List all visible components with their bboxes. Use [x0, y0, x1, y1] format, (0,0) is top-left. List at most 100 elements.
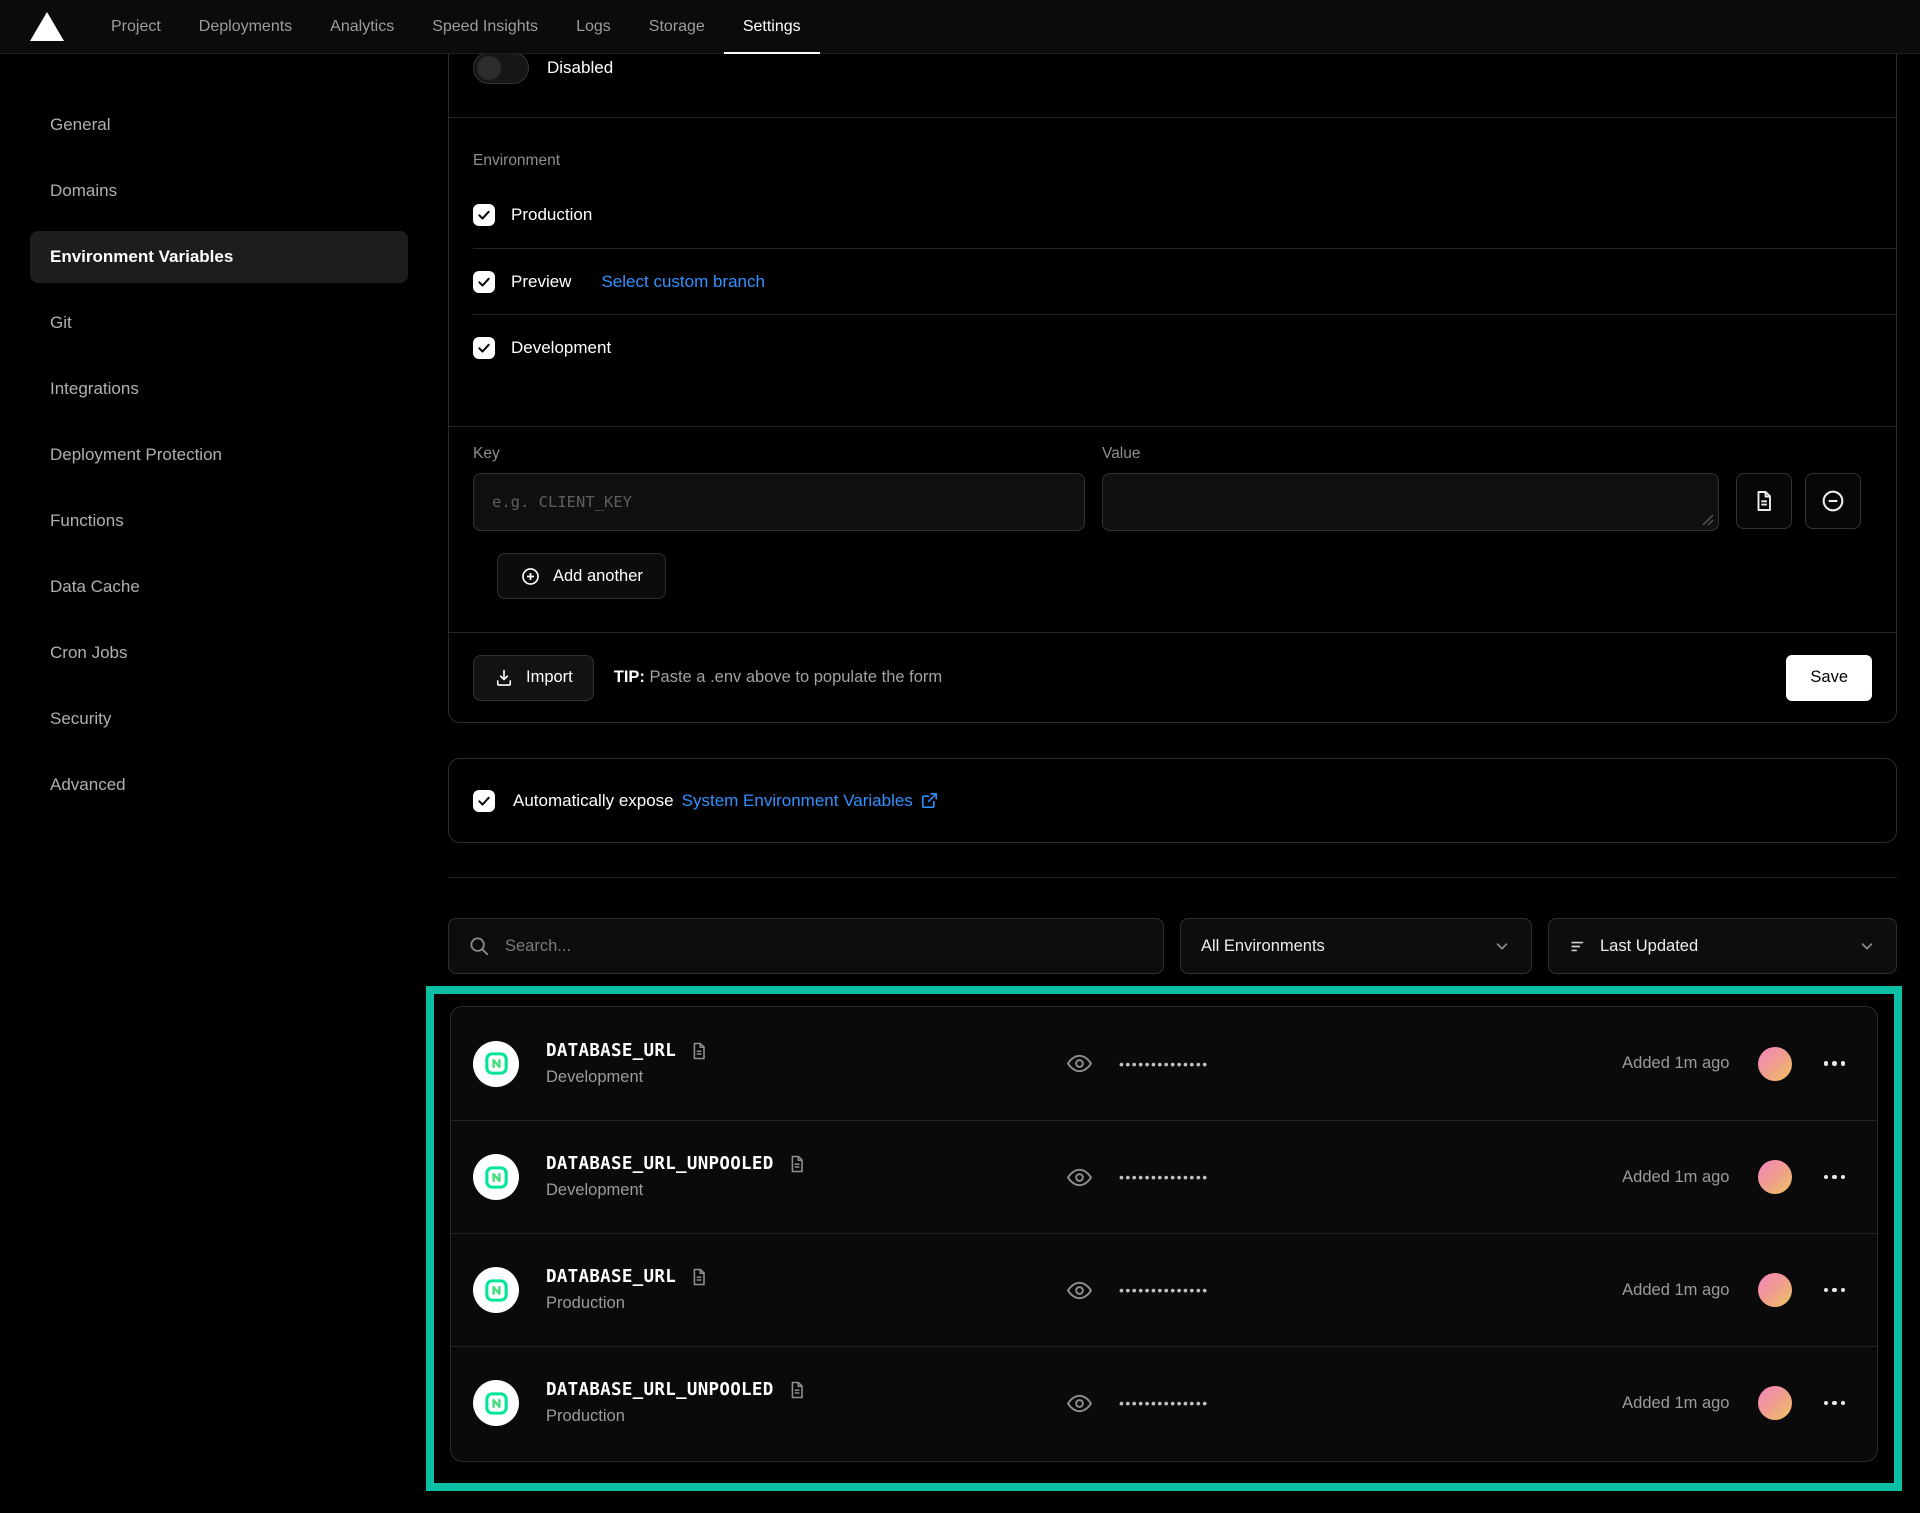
sidebar-item[interactable]: Data Cache	[30, 561, 408, 613]
sidebar-item[interactable]: Environment Variables	[30, 231, 408, 283]
variables-toolbar: All Environments Last Updated	[448, 918, 1897, 974]
added-timestamp: Added 1m ago	[1622, 1054, 1729, 1073]
reveal-value-button[interactable]	[1066, 1277, 1093, 1304]
environment-label: Production	[511, 205, 592, 225]
environment-checkbox[interactable]	[473, 271, 495, 293]
env-variable-row[interactable]: DATABASE_URL_UNPOOLED Production	[451, 1346, 1877, 1459]
value-input[interactable]	[1102, 473, 1719, 531]
sidebar-item[interactable]: Cron Jobs	[30, 627, 408, 679]
nav-tab[interactable]: Logs	[557, 0, 630, 54]
masked-value: ••••••••••••••	[1119, 1056, 1209, 1072]
external-link-icon	[920, 791, 939, 810]
system-env-link[interactable]: System Environment Variables	[682, 791, 939, 811]
reveal-value-button[interactable]	[1066, 1164, 1093, 1191]
system-env-card: Automatically exposeSystem Environment V…	[448, 758, 1897, 843]
sidebar-item[interactable]: Domains	[30, 165, 408, 217]
env-variable-row[interactable]: DATABASE_URL Development	[451, 1007, 1877, 1120]
nav-tab[interactable]: Analytics	[311, 0, 413, 54]
variable-environment: Production	[546, 1407, 807, 1426]
vercel-settings-page: Project Deployments Analytics Speed Insi…	[0, 0, 1920, 1513]
check-icon	[477, 208, 491, 222]
eye-icon	[1066, 1277, 1093, 1304]
search-input[interactable]	[448, 918, 1164, 974]
editor-footer: Import TIP: Paste a .env above to popula…	[449, 632, 1896, 722]
added-timestamp: Added 1m ago	[1622, 1281, 1729, 1300]
save-button[interactable]: Save	[1786, 655, 1872, 701]
environment-checkbox-row: Development	[473, 314, 1896, 380]
row-menu-button[interactable]	[1822, 1055, 1848, 1072]
neon-logo-icon	[483, 1390, 510, 1417]
sidebar-item[interactable]: Deployment Protection	[30, 429, 408, 481]
sort-select[interactable]: Last Updated	[1548, 918, 1897, 974]
environment-checkbox[interactable]	[473, 204, 495, 226]
sidebar-item[interactable]: Git	[30, 297, 408, 349]
sidebar-item[interactable]: Security	[30, 693, 408, 745]
value-input-wrap	[1102, 473, 1719, 531]
environment-filter-select[interactable]: All Environments	[1180, 918, 1532, 974]
search-box	[448, 918, 1164, 974]
sort-icon	[1569, 937, 1588, 956]
variable-name: DATABASE_URL	[546, 1041, 676, 1061]
environment-checkbox[interactable]	[473, 337, 495, 359]
variable-note-icon	[787, 1154, 807, 1174]
reveal-value-button[interactable]	[1066, 1390, 1093, 1417]
disabled-toggle[interactable]	[473, 54, 529, 84]
nav-tab[interactable]: Settings	[724, 0, 820, 54]
neon-integration-icon	[473, 1267, 519, 1313]
sidebar-item[interactable]: Integrations	[30, 363, 408, 415]
toggle-knob	[477, 56, 501, 80]
select-custom-branch-link[interactable]: Select custom branch	[601, 272, 764, 292]
added-timestamp: Added 1m ago	[1622, 1394, 1729, 1413]
sidebar-item[interactable]: General	[30, 99, 408, 151]
environment-label: Development	[511, 338, 611, 358]
nav-tab[interactable]: Project	[92, 0, 180, 54]
remove-row-button[interactable]	[1805, 473, 1861, 529]
variable-note-icon	[787, 1380, 807, 1400]
top-nav: Project Deployments Analytics Speed Insi…	[0, 0, 1920, 54]
neon-integration-icon	[473, 1154, 519, 1200]
environment-section-label: Environment	[473, 152, 1896, 174]
add-another-button[interactable]: Add another	[497, 553, 666, 599]
chevron-down-icon	[1858, 937, 1876, 955]
variable-environment: Production	[546, 1294, 709, 1313]
check-icon	[477, 794, 491, 808]
masked-value: ••••••••••••••	[1119, 1282, 1209, 1298]
section-divider	[448, 877, 1897, 878]
import-icon	[494, 668, 514, 688]
user-avatar	[1758, 1160, 1792, 1194]
document-value-button[interactable]	[1736, 473, 1792, 529]
environment-checkbox-list: Production Preview Select custom branch	[473, 182, 1896, 380]
system-env-checkbox[interactable]	[473, 790, 495, 812]
env-variable-row[interactable]: DATABASE_URL_UNPOOLED Development	[451, 1120, 1877, 1233]
eye-icon	[1066, 1050, 1093, 1077]
sidebar-item[interactable]: Functions	[30, 495, 408, 547]
user-avatar	[1758, 1047, 1792, 1081]
user-avatar	[1758, 1386, 1792, 1420]
environment-checkbox-row: Production	[473, 182, 1896, 248]
neon-integration-icon	[473, 1380, 519, 1426]
eye-icon	[1066, 1164, 1093, 1191]
environment-label: Preview	[511, 272, 571, 292]
row-menu-button[interactable]	[1822, 1395, 1848, 1412]
chevron-down-icon	[1493, 937, 1511, 955]
document-icon	[1752, 489, 1776, 513]
variable-note-icon	[689, 1267, 709, 1287]
minus-circle-icon	[1820, 488, 1846, 514]
nav-tab[interactable]: Speed Insights	[413, 0, 557, 54]
env-variables-list: DATABASE_URL Development	[450, 1006, 1878, 1462]
reveal-value-button[interactable]	[1066, 1050, 1093, 1077]
masked-value: ••••••••••••••	[1119, 1169, 1209, 1185]
env-variable-row[interactable]: DATABASE_URL Production	[451, 1233, 1877, 1346]
import-button[interactable]: Import	[473, 655, 594, 701]
check-icon	[477, 275, 491, 289]
row-menu-button[interactable]	[1822, 1282, 1848, 1299]
nav-tab[interactable]: Storage	[630, 0, 724, 54]
key-value-section: Key Value	[449, 426, 1896, 599]
sidebar-item[interactable]: Advanced	[30, 759, 408, 811]
nav-tab[interactable]: Deployments	[180, 0, 311, 54]
neon-logo-icon	[483, 1277, 510, 1304]
variable-name: DATABASE_URL_UNPOOLED	[546, 1154, 774, 1174]
vercel-logo-icon[interactable]	[30, 12, 64, 41]
key-input[interactable]	[473, 473, 1085, 531]
row-menu-button[interactable]	[1822, 1169, 1848, 1186]
